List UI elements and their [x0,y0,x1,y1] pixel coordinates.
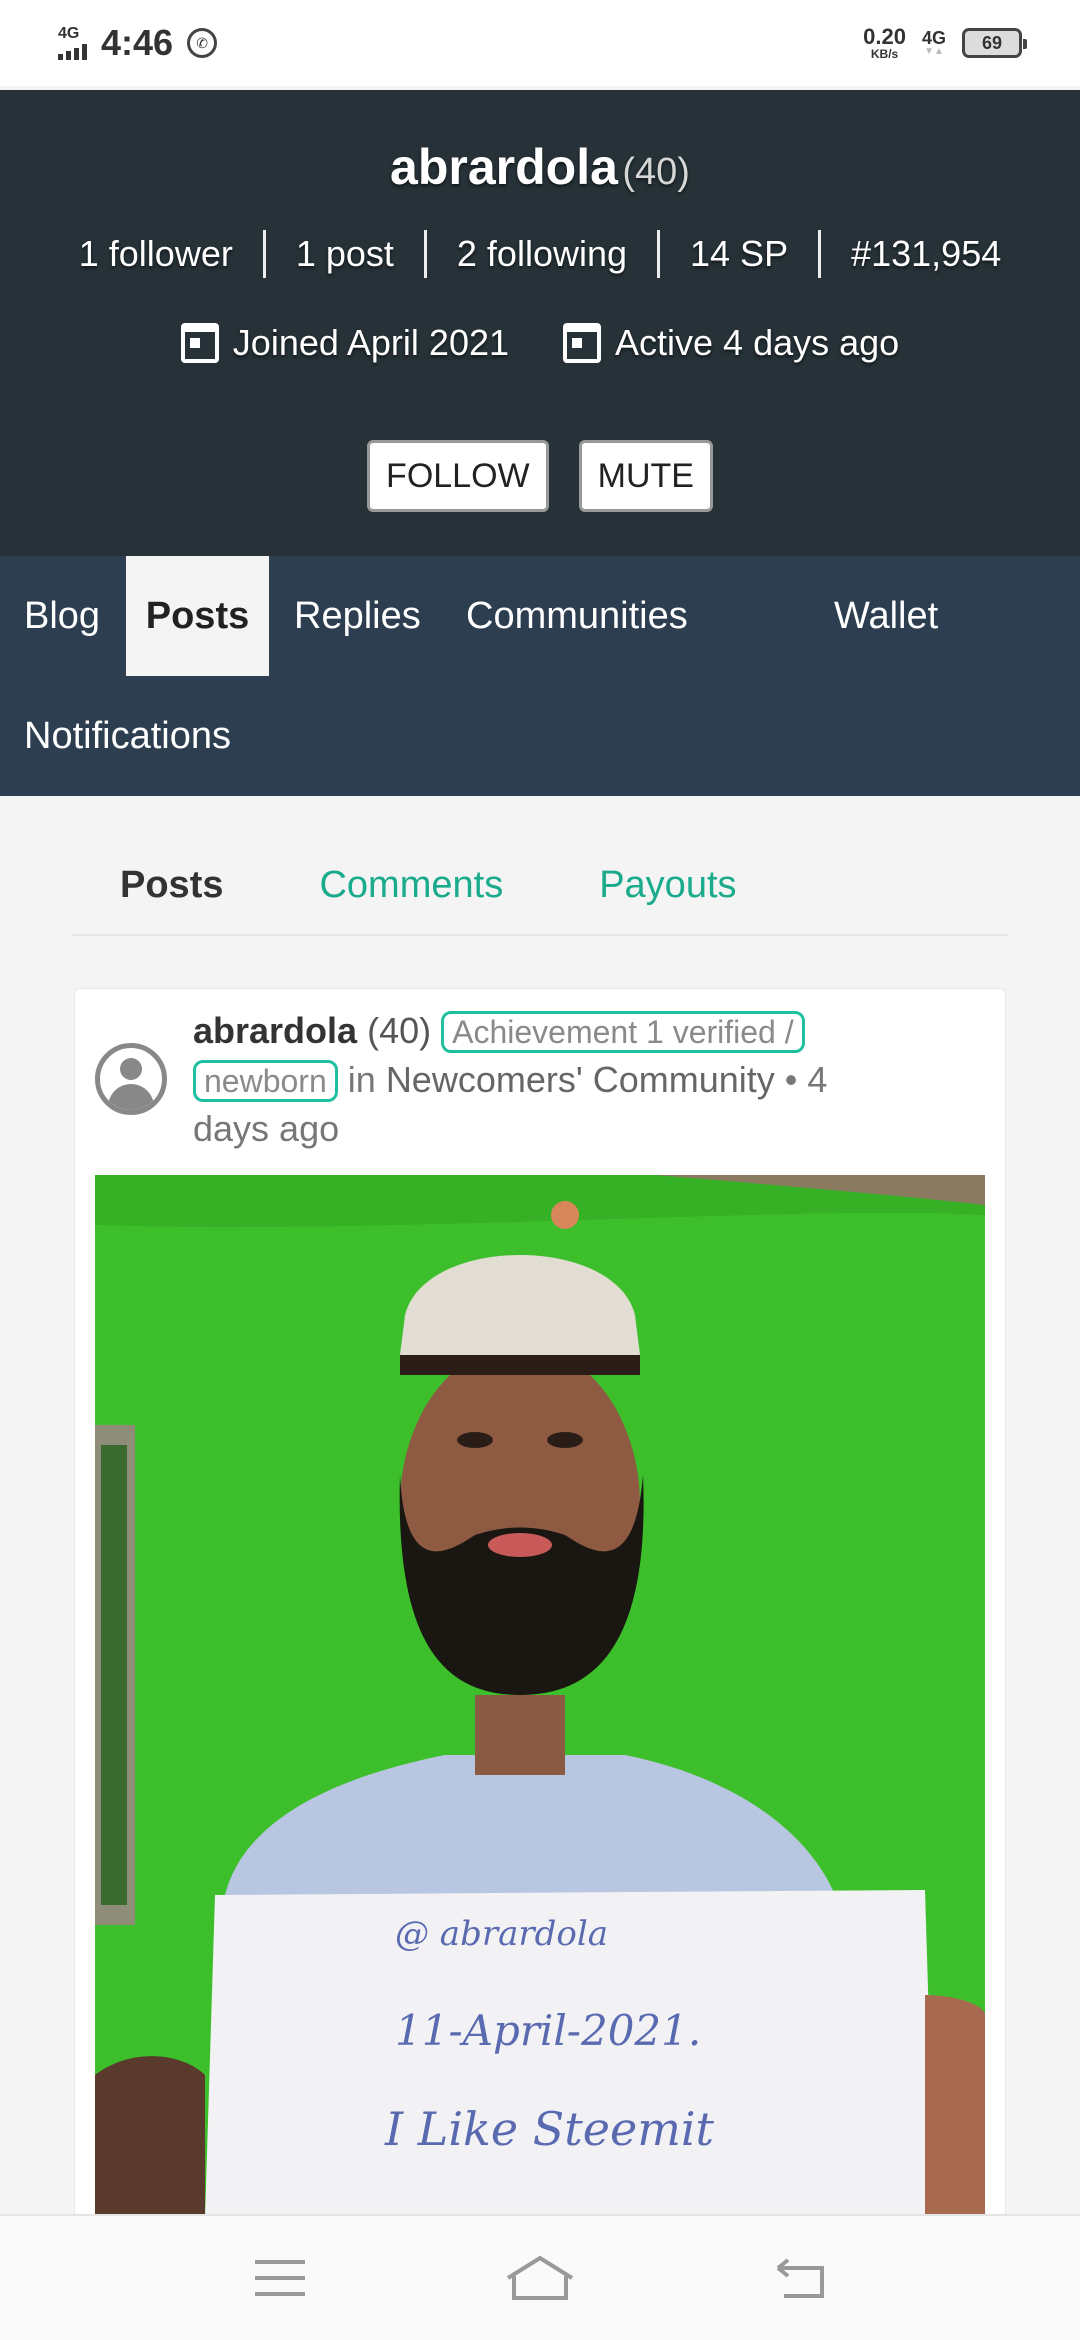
back-icon[interactable] [760,2248,840,2308]
subtab-posts[interactable]: Posts [72,864,271,907]
tab-communities[interactable]: Communities [442,556,712,676]
tab-posts[interactable]: Posts [126,556,269,676]
mobile-data-label: 4G [921,28,946,48]
net-speed-unit: KB/s [870,47,899,61]
active-date: Active 4 days ago [563,322,899,364]
status-bar: 4G 4:46 ✆ 0.20 KB/s 4G ▼▲ 69 [0,0,1080,86]
menu-icon[interactable] [240,2248,320,2308]
achievement-badge-line2[interactable]: newborn [193,1060,338,1102]
clock: 4:46 [101,22,174,63]
status-left: 4G 4:46 ✆ [58,22,218,64]
profile-tabs: Blog Posts Replies Communities Wallet No… [0,556,1080,796]
joined-label: Joined April 2021 [232,322,510,363]
calendar-icon [180,323,219,363]
profile-title: abrardola (40) [0,138,1080,196]
whatsapp-icon: ✆ [187,28,218,58]
meta-separator: • [784,1059,798,1100]
active-label: Active 4 days ago [615,322,900,363]
net-speed-value: 0.20 [863,24,906,49]
profile-header: abrardola (40) 1 follower 1 post 2 follo… [0,90,1080,556]
joined-date: Joined April 2021 [180,322,510,364]
battery-icon: 69 [962,28,1027,58]
achievement-badge-line1[interactable]: Achievement 1 verified / [441,1011,805,1053]
status-right: 0.20 KB/s 4G ▼▲ 69 [863,24,1027,61]
stat-posts: 1 post [295,233,394,274]
profile-stats: 1 follower 1 post 2 following 14 SP #131… [0,230,1080,278]
post-time-number: 4 [807,1059,828,1100]
post-time-unit: days ago [193,1108,340,1149]
stat-steem-power: 14 SP [690,233,789,274]
sign-text-line1: @ abrardola [395,1914,608,1954]
post-in-label: in [347,1059,376,1100]
tab-wallet[interactable]: Wallet [810,556,962,676]
profile-dates: Joined April 2021 Active 4 days ago [0,322,1080,364]
calendar-icon [563,323,602,363]
post-card[interactable]: abrardola (40) Achievement 1 verified / … [74,988,1006,2218]
avatar[interactable] [95,1043,167,1115]
mute-button[interactable]: MUTE [578,440,713,512]
post-image[interactable]: @ abrardola 11-April-2021. I Like Steemi… [95,1175,985,2217]
home-icon[interactable] [500,2248,580,2308]
tab-blog[interactable]: Blog [0,556,124,676]
tab-notifications[interactable]: Notifications [0,676,255,796]
subtab-payouts[interactable]: Payouts [551,864,784,907]
network-type: 4G [58,25,80,42]
follow-button[interactable]: FOLLOW [367,440,549,512]
tab-replies[interactable]: Replies [270,556,445,676]
post-author[interactable]: abrardola [193,1010,357,1051]
sign-text-line3: I Like Steemit [384,2102,715,2156]
battery-level: 69 [981,32,1003,53]
mobile-data-icon: 4G ▼▲ [921,28,946,57]
subtab-comments[interactable]: Comments [271,864,551,907]
stat-following[interactable]: 2 following [427,233,657,275]
sign-text-line2: 11-April-2021. [395,2006,701,2055]
post-community[interactable]: Newcomers' Community [386,1059,775,1100]
stat-rank: #131,954 [851,233,1002,274]
post-filter-tabs: Posts Comments Payouts [72,836,1008,936]
system-nav-bar [0,2214,1080,2340]
profile-actions: FOLLOW MUTE [0,440,1080,512]
post-meta: abrardola (40) Achievement 1 verified / … [193,1007,993,1152]
profile-reputation: (40) [622,151,690,193]
profile-name: abrardola [390,139,618,195]
stat-followers[interactable]: 1 follower [49,233,263,275]
post-author-reputation: (40) [367,1010,432,1051]
signal-icon: 4G [58,26,87,60]
net-speed: 0.20 KB/s [863,24,906,61]
